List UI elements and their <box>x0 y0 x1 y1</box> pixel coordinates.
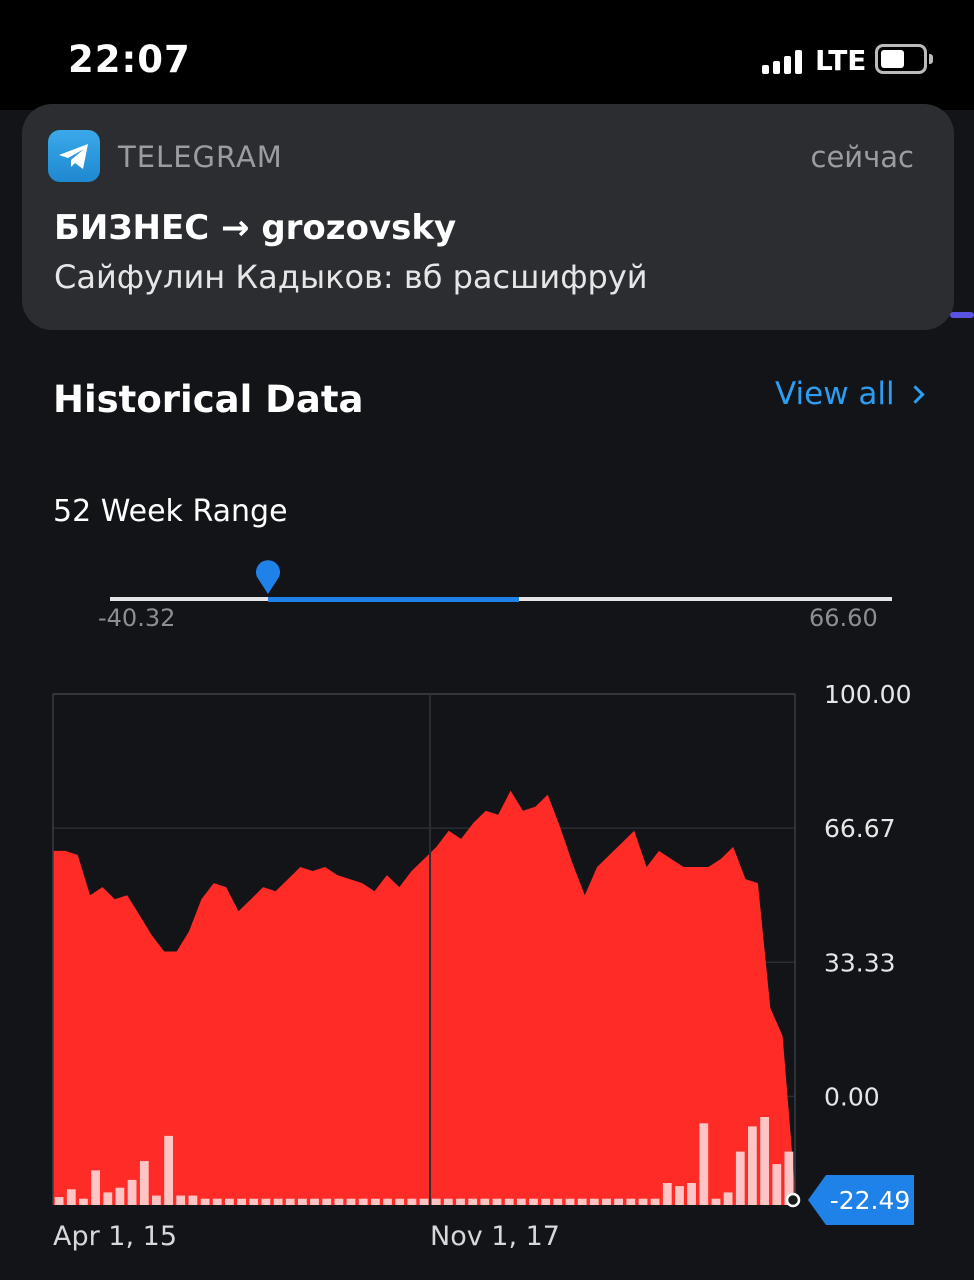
section-title: Historical Data <box>53 378 364 421</box>
volume-bar <box>346 1198 356 1205</box>
volume-bar <box>212 1198 222 1205</box>
volume-bar <box>298 1198 307 1205</box>
underlying-tab-indicator <box>950 312 974 318</box>
notification-body: Сайфулин Кадыков: вб расшифруй <box>54 258 648 296</box>
volume-bar <box>152 1195 161 1205</box>
y-tick-label: 33.33 <box>824 948 896 977</box>
volume-bar <box>760 1117 769 1205</box>
volume-bar <box>687 1183 696 1205</box>
range-min-value: -40.32 <box>98 604 176 632</box>
volume-bar <box>176 1195 186 1205</box>
notification-time: сейчас <box>810 140 914 174</box>
volume-bar <box>322 1198 332 1205</box>
volume-bar <box>516 1198 526 1205</box>
chevron-right-icon <box>905 385 925 404</box>
x-tick-label: Nov 1, 17 <box>430 1221 560 1252</box>
volume-bar <box>127 1179 137 1205</box>
volume-bar <box>638 1198 648 1205</box>
status-time: 22:07 <box>68 38 191 81</box>
volume-bar <box>577 1198 587 1205</box>
volume-bar <box>504 1198 514 1205</box>
range-fill <box>268 597 519 602</box>
range-max-value: 66.60 <box>809 604 878 632</box>
notification-app-name: TELEGRAM <box>118 140 283 174</box>
volume-bar <box>602 1198 611 1205</box>
telegram-notification[interactable]: TELEGRAM сейчас БИЗНЕС → grozovsky Сайфу… <box>22 104 954 330</box>
range-label: 52 Week Range <box>53 494 288 529</box>
volume-bar <box>431 1198 441 1205</box>
volume-bar <box>565 1198 575 1205</box>
current-value-dot <box>785 1192 801 1208</box>
volume-bar <box>115 1187 125 1205</box>
battery-icon <box>875 44 933 74</box>
volume-bar <box>249 1198 259 1205</box>
volume-bar <box>66 1189 76 1205</box>
volume-bar <box>225 1198 234 1205</box>
volume-bar <box>200 1198 210 1205</box>
volume-bar <box>79 1198 88 1205</box>
y-tick-label: 66.67 <box>824 814 896 843</box>
volume-bar <box>748 1126 757 1205</box>
volume-bar <box>480 1198 490 1205</box>
volume-bar <box>723 1192 733 1205</box>
volume-bar <box>626 1198 636 1205</box>
volume-bar <box>468 1198 478 1205</box>
volume-bar <box>358 1198 368 1205</box>
notification-title: БИЗНЕС → grozovsky <box>54 208 457 248</box>
volume-bar <box>383 1198 392 1205</box>
volume-bar <box>735 1151 745 1205</box>
volume-bar <box>662 1183 672 1205</box>
volume-bar <box>139 1161 149 1205</box>
network-type: LTE <box>815 44 867 77</box>
volume-bar <box>91 1170 100 1205</box>
y-tick-label: 0.00 <box>824 1082 880 1111</box>
view-all-link[interactable]: View all <box>775 376 925 412</box>
volume-bar <box>395 1198 405 1205</box>
view-all-label: View all <box>775 376 895 412</box>
volume-bar <box>310 1198 319 1205</box>
historical-chart: 100.00 66.67 33.33 0.00 Apr 1, 15 Nov 1, 17 -2… <box>52 680 914 1252</box>
volume-bar <box>541 1198 551 1205</box>
volume-bar <box>103 1192 113 1205</box>
volume-bar <box>553 1198 563 1205</box>
volume-bar <box>164 1135 173 1205</box>
volume-bar <box>334 1198 344 1205</box>
volume-bar <box>456 1198 465 1205</box>
cellular-signal-icon <box>762 50 802 74</box>
y-tick-label: 100.00 <box>824 680 911 709</box>
volume-bar <box>261 1198 271 1205</box>
volume-bar <box>492 1198 502 1205</box>
volume-bar <box>273 1198 283 1205</box>
volume-bar <box>589 1198 599 1205</box>
volume-bar <box>188 1195 198 1205</box>
volume-bar <box>529 1198 538 1205</box>
volume-bar <box>614 1198 623 1205</box>
volume-bar <box>371 1198 380 1205</box>
telegram-icon <box>48 130 100 182</box>
volume-bar <box>772 1164 782 1205</box>
volume-bar <box>675 1186 684 1205</box>
status-bar: 22:07 LTE <box>0 0 974 110</box>
volume-bar <box>443 1198 453 1205</box>
volume-bar <box>54 1197 64 1205</box>
volume-bar <box>419 1198 429 1205</box>
volume-bar <box>711 1198 721 1205</box>
volume-bar <box>237 1198 246 1205</box>
volume-bar <box>699 1123 709 1205</box>
volume-bar <box>285 1198 295 1205</box>
x-tick-label: Apr 1, 15 <box>53 1221 177 1252</box>
location-pin-icon <box>253 556 283 596</box>
current-value-label: -22.49 <box>830 1186 911 1215</box>
volume-bar <box>650 1198 660 1205</box>
volume-bar <box>407 1198 417 1205</box>
